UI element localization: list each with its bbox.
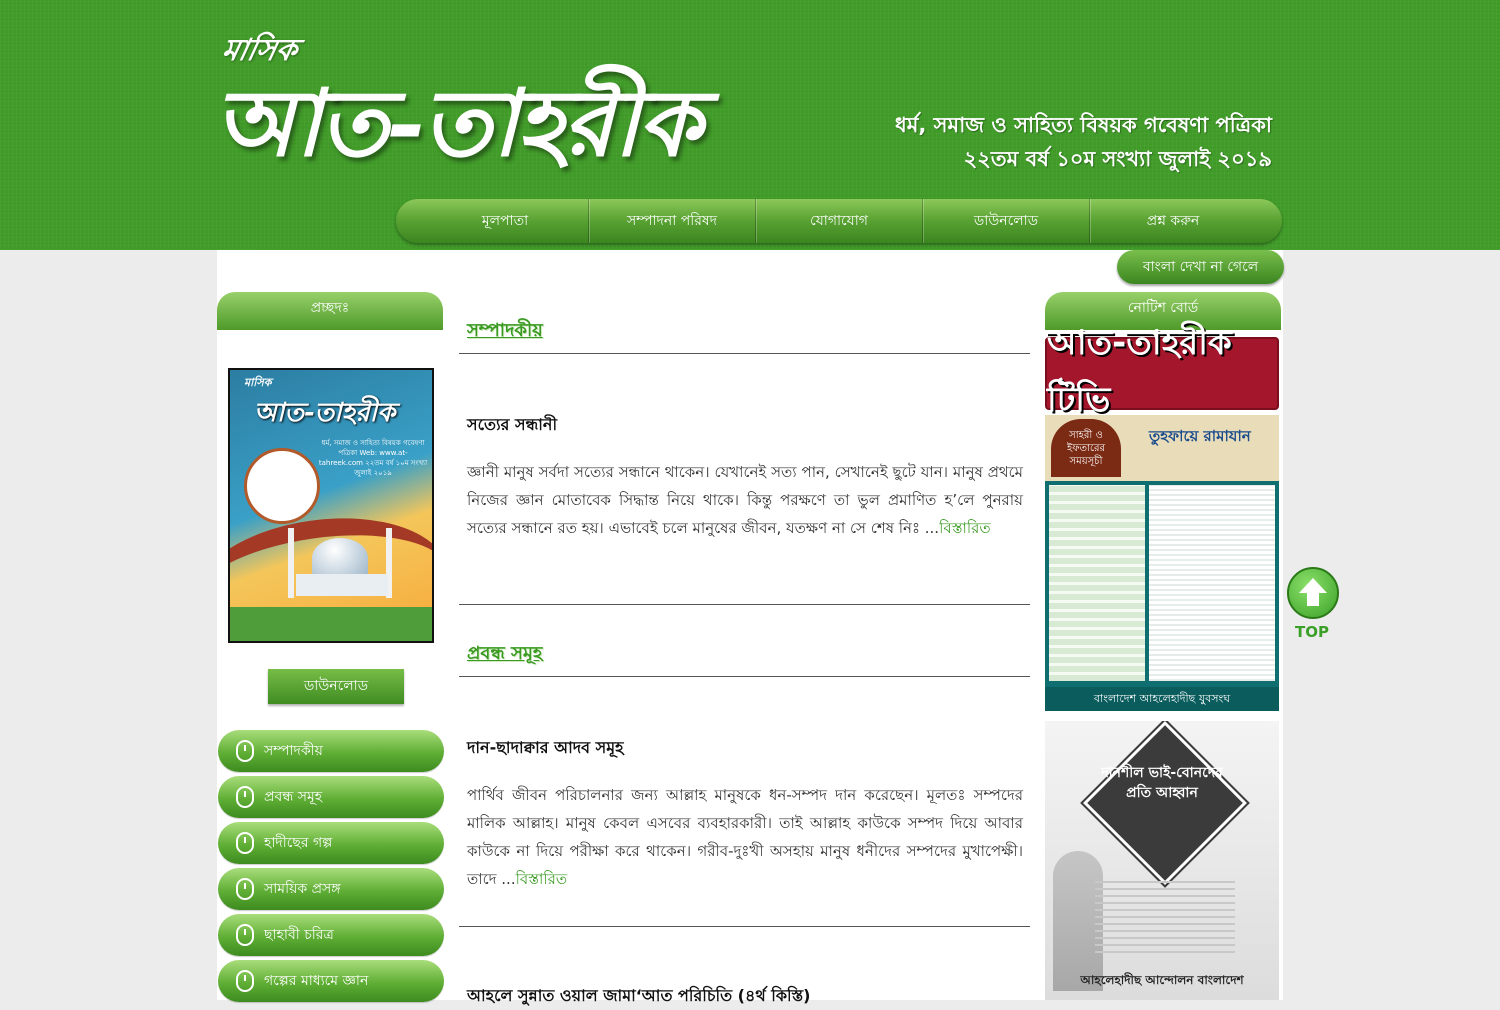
divider: [459, 676, 1030, 677]
sidebar-item-hadith-stories[interactable]: হাদীছের গল্প: [218, 822, 444, 864]
nav-download[interactable]: ডাউনলোড: [923, 199, 1090, 243]
ramadan-schedule-ad[interactable]: সাহরী ও ইফতারের সময়সূচী তুহফায়ে রামাযা…: [1045, 415, 1279, 711]
site-header: মাসিক আত-তাহরীক ধর্ম, সমাজ ও সাহিত্য বিষ…: [0, 0, 1500, 250]
section-heading-articles[interactable]: প্রবন্ধ সমূহ: [467, 639, 542, 670]
bangla-font-help-button[interactable]: বাংলা দেখা না গেলে: [1117, 250, 1284, 284]
cover-ground-graphic: [230, 607, 432, 641]
read-more-link[interactable]: বিস্তারিত: [516, 870, 568, 888]
diamond-graphic: [1080, 721, 1250, 888]
ramadan-ad-subtitle: সাহরী ও ইফতারের সময়সূচী: [1067, 430, 1105, 467]
top-label: TOP: [1295, 623, 1329, 641]
cover-panel-header: প্রচ্ছদঃ: [217, 292, 443, 330]
tagline-line1: ধর্ম, সমাজ ও সাহিত্য বিষয়ক গবেষণা পত্রি…: [894, 113, 1272, 137]
ramadan-timetable: [1049, 485, 1145, 681]
site-logo[interactable]: আত-তাহরীক: [214, 52, 702, 206]
arrow-up-icon: [1287, 567, 1339, 619]
sidebar-menu: সম্পাদকীয় প্রবন্ধ সমূহ হাদীছের গল্প সাম…: [218, 730, 444, 1006]
divider: [459, 604, 1030, 605]
sidebar-item-label: সাময়িক প্রসঙ্গ: [264, 881, 341, 897]
mouse-icon: [236, 970, 254, 992]
mosque-base: [296, 574, 388, 596]
article-excerpt: জ্ঞানী মানুষ সর্বদা সত্যের সন্ধানে থাকেন…: [467, 458, 1023, 542]
sidebar-item-label: হাদীছের গল্প: [264, 835, 333, 851]
sidebar-item-story-knowledge[interactable]: গল্পের মাধ্যমে জ্ঞান: [218, 960, 444, 1002]
sidebar-item-label: ছাহাবী চরিত্র: [264, 927, 334, 943]
download-cover-button[interactable]: ডাউনলোড: [268, 669, 404, 704]
main-nav: মূলপাতা সম্পাদনা পরিষদ যোগাযোগ ডাউনলোড প…: [396, 199, 1282, 243]
magazine-cover-image[interactable]: মাসিক আত-তাহরীক ধর্ম, সমাজ ও সাহিত্য বিষ…: [228, 368, 434, 643]
tv-banner[interactable]: আত-তাহরীক টিভি: [1045, 323, 1279, 420]
ramadan-ad-footer: বাংলাদেশ আহলেহাদীছ যুবসংঘ: [1045, 687, 1279, 711]
nav-ask-question[interactable]: প্রশ্ন করুন: [1090, 199, 1256, 243]
mouse-icon: [236, 786, 254, 808]
nav-home[interactable]: মূলপাতা: [422, 199, 589, 243]
cover-title: আত-তাহরীক: [254, 398, 396, 428]
divider: [459, 926, 1030, 927]
mosque-dome: [312, 538, 368, 578]
section-heading-editorial[interactable]: সম্পাদকীয়: [467, 316, 543, 347]
appeal-footer: আহলেহাদীছ আন্দোলন বাংলাদেশ: [1080, 973, 1244, 987]
appeal-body-text: [1095, 881, 1235, 953]
sidebar-item-editorial[interactable]: সম্পাদকীয়: [218, 730, 444, 772]
nav-contact[interactable]: যোগাযোগ: [756, 199, 923, 243]
ramadan-ad-title: তুহফায়ে রামাযান: [1149, 427, 1251, 445]
sidebar-item-label: সম্পাদকীয়: [264, 743, 323, 759]
read-more-link[interactable]: বিস্তারিত: [939, 519, 991, 537]
sidebar-item-label: গল্পের মাধ্যমে জ্ঞান: [264, 973, 369, 989]
donation-appeal-ad[interactable]: দানশীল ভাই-বোনদের প্রতি আহ্বান আহলেহাদীছ…: [1045, 721, 1279, 1000]
mouse-icon: [236, 740, 254, 762]
tagline-issue: ২২তম বর্ষ ১০ম সংখ্যা জুলাই ২০১৯: [963, 147, 1272, 171]
divider: [459, 353, 1030, 354]
tagline: ধর্ম, সমাজ ও সাহিত্য বিষয়ক গবেষণা পত্রি…: [895, 108, 1272, 176]
article-title[interactable]: দান-ছাদাক্বার আদব সমূহ: [467, 735, 624, 762]
mouse-icon: [236, 878, 254, 900]
article-title[interactable]: সত্যের সন্ধানী: [467, 412, 557, 439]
tv-banner-text: আত-তাহরীক টিভি: [1047, 322, 1232, 420]
cover-circle-graphic: [244, 448, 320, 524]
sidebar-item-label: প্রবন্ধ সমূহ: [264, 789, 323, 805]
scroll-to-top-button[interactable]: TOP: [1287, 567, 1341, 643]
sidebar-item-articles[interactable]: প্রবন্ধ সমূহ: [218, 776, 444, 818]
ramadan-ad-text: [1149, 485, 1275, 681]
mouse-icon: [236, 924, 254, 946]
cover-info: ধর্ম, সমাজ ও সাহিত্য বিষয়ক গবেষণা পত্রি…: [318, 439, 428, 477]
minaret-left: [288, 528, 294, 598]
nav-editorial-board[interactable]: সম্পাদনা পরিষদ: [589, 199, 756, 243]
cover-subtitle: মাসিক: [244, 376, 272, 389]
article-excerpt: পার্থিব জীবন পরিচালনার জন্য আল্লাহ মানুষ…: [467, 781, 1023, 893]
sidebar-item-current-affairs[interactable]: সাময়িক প্রসঙ্গ: [218, 868, 444, 910]
appeal-title: দানশীল ভাই-বোনদের প্রতি আহ্বান: [1101, 765, 1223, 801]
mosque-graphic: [286, 528, 396, 608]
mouse-icon: [236, 832, 254, 854]
sidebar-item-companions[interactable]: ছাহাবী চরিত্র: [218, 914, 444, 956]
article-title[interactable]: আহলে সুন্নাত ওয়াল জামা‘আত পরিচিতি (৪র্থ…: [467, 983, 810, 1010]
